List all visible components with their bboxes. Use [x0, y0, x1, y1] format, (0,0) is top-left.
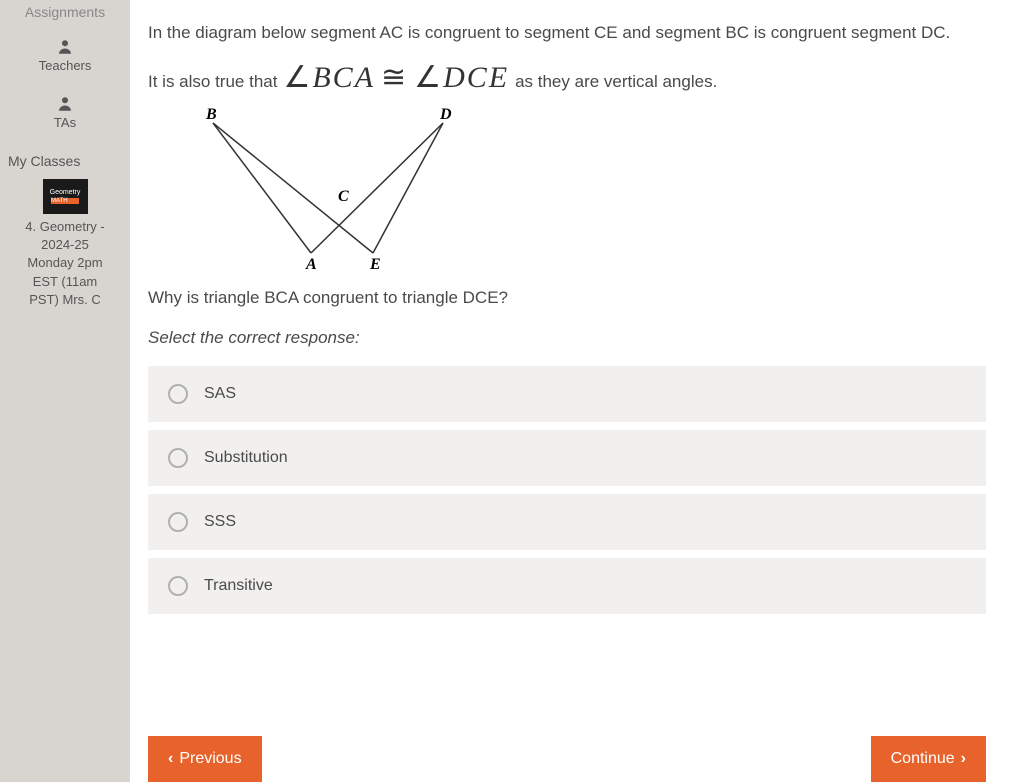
congruent-symbol: ≅ [381, 60, 408, 95]
chevron-right-icon: › [961, 750, 966, 768]
svg-text:E: E [369, 256, 381, 273]
radio-icon [168, 576, 188, 596]
answer-options: SAS Substitution SSS Transitive [148, 366, 986, 614]
svg-text:D: D [439, 106, 452, 123]
option-transitive[interactable]: Transitive [148, 558, 986, 614]
option-substitution[interactable]: Substitution [148, 430, 986, 486]
radio-icon [168, 448, 188, 468]
continue-label: Continue [891, 750, 955, 768]
sidebar-item-teachers[interactable]: Teachers [0, 24, 130, 81]
problem-intro: In the diagram below segment AC is congr… [148, 20, 986, 46]
class-info[interactable]: 4. Geometry - 2024-25 Monday 2pm EST (11… [0, 218, 130, 309]
option-sss[interactable]: SSS [148, 494, 986, 550]
class-info-line: PST) Mrs. C [2, 291, 128, 309]
svg-text:A: A [305, 256, 317, 273]
triangle-diagram: B D C A E [178, 103, 986, 278]
previous-label: Previous [179, 750, 241, 768]
class-thumb-title: Geometry [50, 189, 81, 196]
class-info-line: Monday 2pm [2, 254, 128, 272]
class-thumbnail[interactable]: Geometry MATH [43, 179, 88, 214]
svg-text:C: C [338, 188, 349, 205]
problem-instruction: Select the correct response: [148, 328, 986, 348]
person-icon [55, 38, 75, 56]
sidebar-label-tas: TAs [54, 115, 76, 130]
chevron-left-icon: ‹ [168, 750, 173, 768]
radio-icon [168, 384, 188, 404]
class-thumb-badge: MATH [51, 198, 79, 204]
class-info-line: 2024-25 [2, 236, 128, 254]
sidebar-item-tas[interactable]: TAs [0, 81, 130, 138]
main-content: In the diagram below segment AC is congr… [130, 0, 1011, 782]
option-label: Substitution [204, 449, 288, 467]
sidebar-item-assignments[interactable]: Assignments [0, 0, 130, 24]
sidebar-label-teachers: Teachers [39, 58, 92, 73]
sidebar-section-myclasses: My Classes [0, 153, 130, 169]
also-true-suffix: as they are vertical angles. [515, 72, 717, 92]
person-icon [55, 95, 75, 113]
angle-expression-2: ∠DCE [414, 60, 509, 95]
radio-icon [168, 512, 188, 532]
previous-button[interactable]: ‹ Previous [148, 736, 262, 782]
math-statement: It is also true that ∠BCA ≅ ∠DCE as they… [148, 60, 986, 95]
also-true-prefix: It is also true that [148, 72, 277, 92]
problem-question: Why is triangle BCA congruent to triangl… [148, 288, 986, 308]
option-label: SAS [204, 385, 236, 403]
angle-expression-1: ∠BCA [283, 60, 375, 95]
option-sas[interactable]: SAS [148, 366, 986, 422]
sidebar: Assignments Teachers TAs My Classes Geom… [0, 0, 130, 782]
option-label: SSS [204, 513, 236, 531]
continue-button[interactable]: Continue › [871, 736, 986, 782]
option-label: Transitive [204, 577, 273, 595]
class-info-line: 4. Geometry - [2, 218, 128, 236]
nav-buttons: ‹ Previous Continue › [148, 736, 986, 782]
class-info-line: EST (11am [2, 273, 128, 291]
svg-text:B: B [205, 106, 217, 123]
